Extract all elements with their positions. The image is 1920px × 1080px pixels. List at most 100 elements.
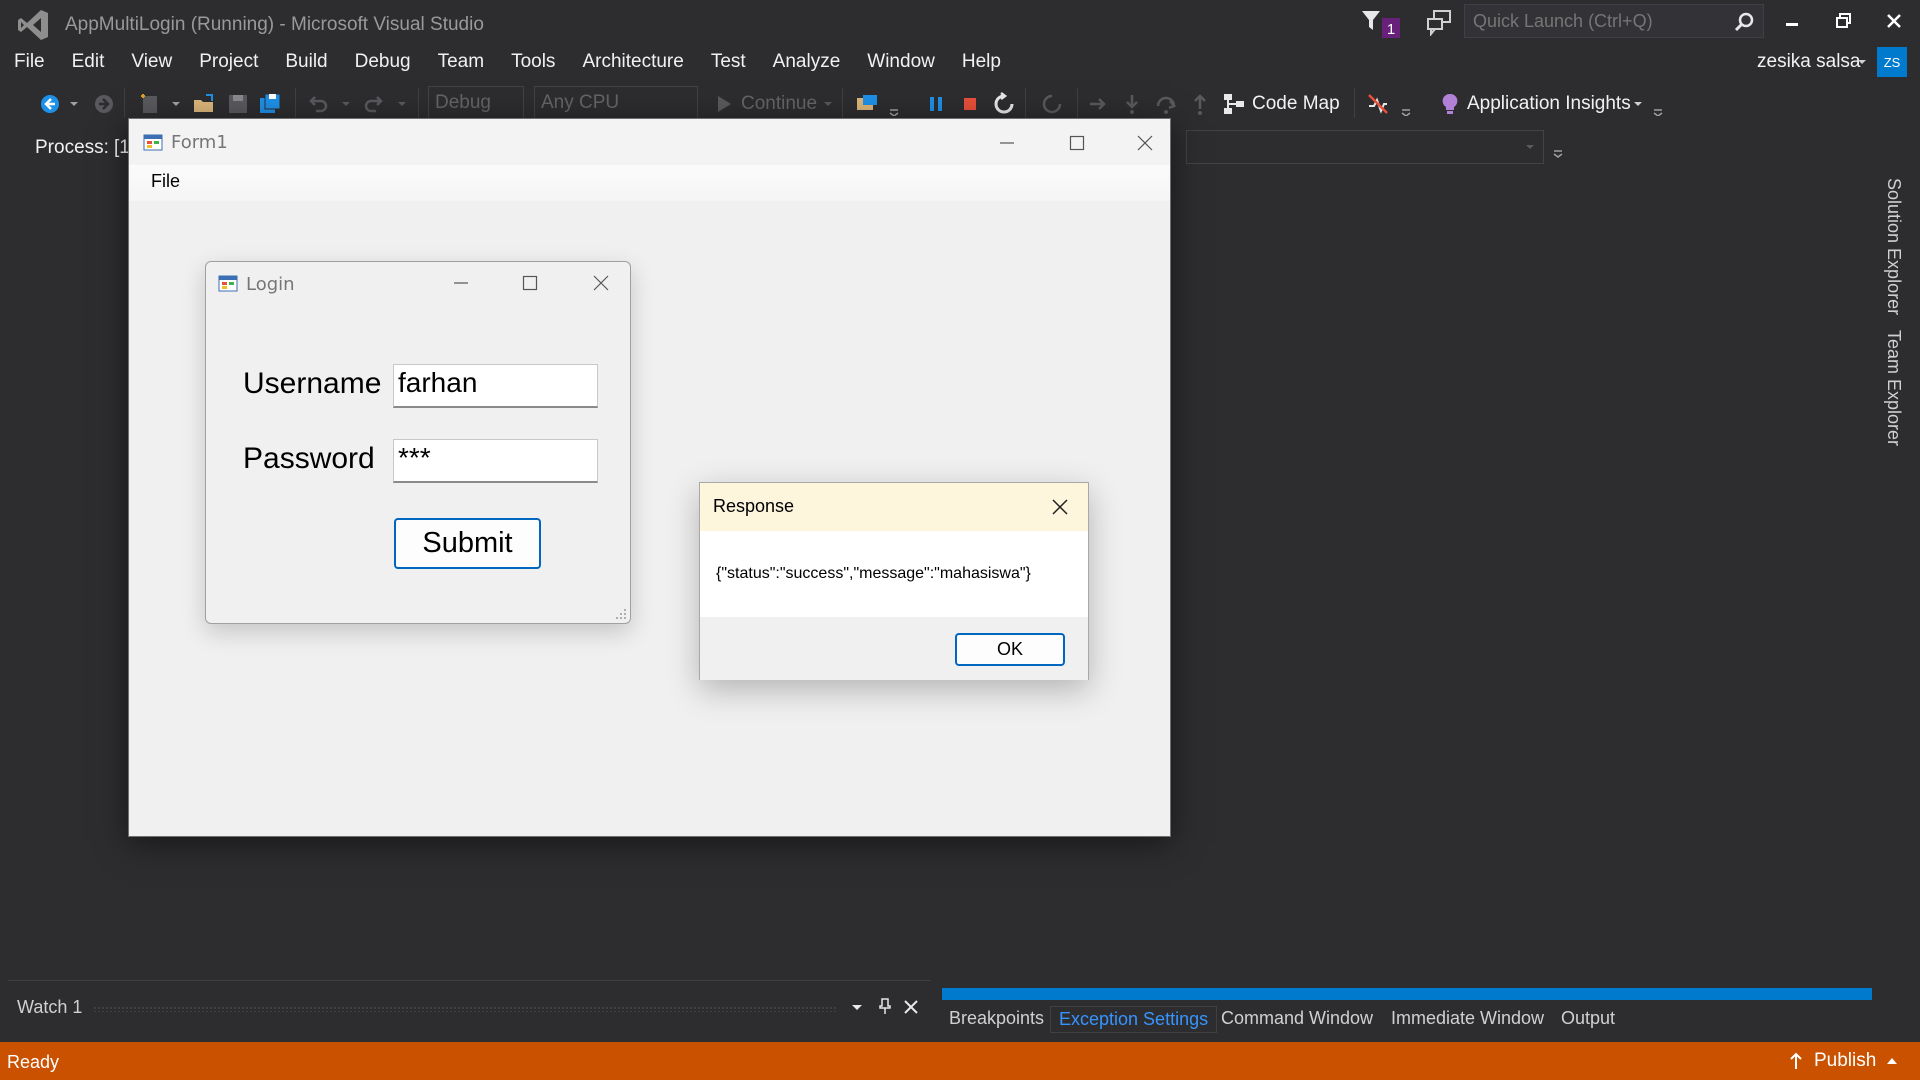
search-icon[interactable] (1733, 11, 1755, 33)
watch-panel-title[interactable]: Watch 1 (17, 997, 82, 1018)
chevron-down-icon[interactable] (1857, 58, 1867, 66)
undo-dropdown-icon[interactable] (340, 92, 352, 116)
password-field[interactable]: *** (393, 439, 598, 483)
diagnostics-icon[interactable] (1366, 92, 1390, 116)
redo-icon[interactable] (362, 92, 386, 116)
restore-icon (1836, 13, 1851, 28)
visual-studio-logo-icon (18, 10, 48, 40)
overflow-icon[interactable] (888, 92, 900, 116)
overflow-icon-3[interactable] (1652, 92, 1664, 116)
stack-frame-select[interactable] (1186, 130, 1544, 164)
step-out-icon[interactable] (1188, 92, 1212, 116)
form1-close-button[interactable] (1122, 129, 1168, 157)
arrow-up-icon (1790, 1052, 1802, 1069)
menu-team[interactable]: Team (424, 48, 497, 78)
menu-analyze[interactable]: Analyze (759, 48, 854, 78)
form1-minimize-button[interactable] (984, 129, 1030, 157)
tab-output[interactable]: Output (1553, 1006, 1623, 1031)
new-project-icon[interactable] (138, 92, 162, 116)
step-over-icon[interactable] (1154, 92, 1178, 116)
pin-icon[interactable] (878, 997, 892, 1015)
stop-icon[interactable] (958, 92, 982, 116)
undo-icon[interactable] (306, 92, 330, 116)
continue-dropdown-icon[interactable] (822, 92, 834, 116)
menu-edit[interactable]: Edit (58, 48, 118, 78)
menu-architecture[interactable]: Architecture (568, 48, 696, 78)
form1-maximize-button[interactable] (1054, 129, 1100, 157)
menu-help[interactable]: Help (948, 48, 1014, 78)
new-dropdown-icon[interactable] (170, 92, 182, 116)
back-icon[interactable] (38, 92, 62, 116)
close-icon[interactable] (903, 999, 919, 1015)
close-icon (593, 275, 609, 291)
panel-drag-grip[interactable] (93, 1006, 838, 1012)
attach-process-icon[interactable] (855, 92, 879, 116)
menu-project[interactable]: Project (185, 48, 271, 78)
redo-dropdown-icon[interactable] (396, 92, 408, 116)
hot-reload-icon[interactable] (1040, 92, 1064, 116)
form1-menu-bar (129, 165, 1170, 201)
close-window-button[interactable] (1874, 6, 1914, 36)
application-insights-button[interactable]: Application Insights (1467, 93, 1631, 115)
response-close-button[interactable] (1040, 491, 1080, 523)
menu-bar: File Edit View Project Build Debug Team … (0, 48, 1014, 78)
quick-launch-input[interactable] (1465, 5, 1763, 37)
overflow-icon-2[interactable] (1400, 92, 1412, 116)
chevron-up-icon (1887, 1058, 1898, 1064)
ok-button[interactable]: OK (955, 633, 1065, 666)
code-map-icon[interactable] (1222, 92, 1246, 116)
login-maximize-button[interactable] (507, 270, 553, 296)
username-field[interactable]: farhan (393, 364, 598, 408)
team-explorer-tab[interactable]: Team Explorer (1883, 330, 1904, 446)
restore-button[interactable] (1824, 6, 1864, 36)
open-folder-icon[interactable] (192, 92, 216, 116)
configuration-select[interactable]: Debug (428, 86, 524, 120)
solution-explorer-tab[interactable]: Solution Explorer (1883, 178, 1904, 315)
platform-select[interactable]: Any CPU (534, 86, 698, 120)
submit-button[interactable]: Submit (394, 518, 541, 569)
continue-button[interactable]: Continue (741, 93, 817, 115)
window-title: AppMultiLogin (Running) - Microsoft Visu… (65, 14, 484, 35)
menu-file[interactable]: File (0, 48, 58, 78)
notifications-filter-icon[interactable]: 1 (1360, 8, 1404, 38)
publish-button[interactable]: Publish (1788, 1050, 1898, 1072)
login-minimize-button[interactable] (438, 270, 484, 296)
menu-test[interactable]: Test (697, 48, 759, 78)
form1-menu-file[interactable]: File (151, 171, 180, 192)
save-all-icon[interactable] (258, 92, 282, 116)
menu-window[interactable]: Window (853, 48, 948, 78)
code-map-button[interactable]: Code Map (1252, 93, 1340, 115)
quick-launch-box[interactable] (1464, 4, 1764, 38)
menu-tools[interactable]: Tools (497, 48, 568, 78)
show-next-statement-icon[interactable] (1086, 92, 1110, 116)
app-insights-dropdown-icon[interactable] (1632, 92, 1644, 116)
process-label: Process: (35, 137, 109, 158)
tab-breakpoints[interactable]: Breakpoints (941, 1006, 1052, 1031)
tab-command-window[interactable]: Command Window (1213, 1006, 1381, 1031)
notification-count: 1 (1387, 21, 1395, 38)
step-into-icon[interactable] (1120, 92, 1144, 116)
chevron-down-icon[interactable] (850, 1000, 864, 1014)
play-icon[interactable] (712, 92, 736, 116)
user-name[interactable]: zesika salsa (1757, 51, 1861, 73)
pause-icon[interactable] (924, 92, 948, 116)
response-message: {"status":"success","message":"mahasiswa… (716, 565, 1031, 582)
tab-exception-settings[interactable]: Exception Settings (1050, 1006, 1218, 1033)
back-dropdown-icon[interactable] (68, 92, 80, 116)
password-label: Password (243, 442, 375, 475)
resize-grip-icon[interactable] (614, 607, 628, 621)
login-close-button[interactable] (578, 270, 624, 296)
minimize-button[interactable] (1772, 6, 1812, 36)
overflow-icon-4[interactable] (1552, 148, 1564, 160)
menu-view[interactable]: View (117, 48, 185, 78)
avatar[interactable]: ZS (1877, 47, 1907, 77)
restart-icon[interactable] (992, 92, 1016, 116)
feedback-icon[interactable] (1425, 8, 1453, 36)
menu-debug[interactable]: Debug (341, 48, 424, 78)
minimize-icon (1000, 142, 1014, 144)
tab-immediate-window[interactable]: Immediate Window (1383, 1006, 1552, 1031)
save-icon[interactable] (226, 92, 250, 116)
lightbulb-icon[interactable] (1438, 92, 1462, 116)
menu-build[interactable]: Build (271, 48, 340, 78)
forward-icon[interactable] (92, 92, 116, 116)
